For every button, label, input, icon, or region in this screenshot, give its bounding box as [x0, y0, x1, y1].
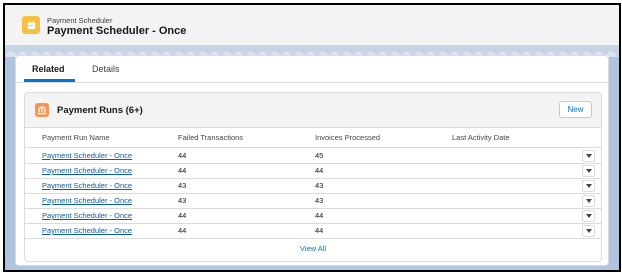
related-list-title[interactable]: Payment Runs (6+) — [57, 105, 143, 116]
invoices-processed-value: 44 — [315, 211, 324, 220]
payment-run-name-link[interactable]: Payment Scheduler - Once — [42, 181, 132, 190]
failed-transactions-value: 43 — [178, 181, 187, 190]
failed-transactions-value: 44 — [178, 211, 187, 220]
invoices-processed-value: 43 — [315, 196, 324, 205]
table-row: Payment Scheduler - Once 44 45 — [25, 148, 601, 164]
payment-run-name-link[interactable]: Payment Scheduler - Once — [42, 166, 132, 175]
related-list-header: Payment Runs (6+) New — [25, 93, 601, 128]
payment-run-name-link[interactable]: Payment Scheduler - Once — [42, 211, 132, 220]
table-row: Payment Scheduler - Once 44 44 — [25, 208, 601, 224]
new-button[interactable]: New — [559, 101, 592, 118]
row-actions-chevron-down-icon[interactable] — [582, 195, 595, 207]
row-actions-chevron-down-icon[interactable] — [582, 180, 595, 192]
table-row: Payment Scheduler - Once 43 43 — [25, 178, 601, 194]
column-header-failed-transactions[interactable]: Failed Transactions — [178, 133, 243, 142]
payment-run-name-link[interactable]: Payment Scheduler - Once — [42, 196, 132, 205]
bank-icon — [35, 103, 49, 117]
failed-transactions-value: 44 — [178, 151, 187, 160]
record-detail-card: Related Details Payment Runs (6+) New Pa… — [15, 55, 609, 266]
column-header-last-activity-date[interactable]: Last Activity Date — [452, 133, 510, 142]
column-header-payment-run-name[interactable]: Payment Run Name — [42, 133, 110, 142]
tab-bar: Related Details — [16, 56, 608, 83]
row-actions-chevron-down-icon[interactable] — [582, 150, 595, 162]
scheduler-icon — [22, 16, 40, 34]
active-tab-indicator — [24, 79, 75, 82]
row-actions-chevron-down-icon[interactable] — [582, 210, 595, 222]
row-actions-chevron-down-icon[interactable] — [582, 225, 595, 237]
view-all-link[interactable]: View All — [25, 244, 601, 253]
record-title: Payment Scheduler - Once — [47, 25, 187, 37]
column-header-invoices-processed[interactable]: Invoices Processed — [315, 133, 380, 142]
payment-run-name-link[interactable]: Payment Scheduler - Once — [42, 151, 132, 160]
invoices-processed-value: 44 — [315, 226, 324, 235]
row-actions-chevron-down-icon[interactable] — [582, 165, 595, 177]
invoices-processed-value: 45 — [315, 151, 324, 160]
object-type-label: Payment Scheduler — [47, 16, 113, 25]
payment-runs-related-list: Payment Runs (6+) New Payment Run Name F… — [24, 92, 602, 262]
tab-details[interactable]: Details — [92, 64, 120, 74]
app-window: Payment Scheduler Payment Scheduler - On… — [3, 3, 621, 272]
record-header: Payment Scheduler Payment Scheduler - On… — [5, 5, 619, 46]
invoices-processed-value: 44 — [315, 166, 324, 175]
payment-run-name-link[interactable]: Payment Scheduler - Once — [42, 226, 132, 235]
failed-transactions-value: 44 — [178, 166, 187, 175]
table-row: Payment Scheduler - Once 44 44 — [25, 223, 601, 239]
failed-transactions-value: 44 — [178, 226, 187, 235]
tab-related[interactable]: Related — [32, 64, 65, 74]
table-row: Payment Scheduler - Once 44 44 — [25, 163, 601, 179]
invoices-processed-value: 43 — [315, 181, 324, 190]
failed-transactions-value: 43 — [178, 196, 187, 205]
table-row: Payment Scheduler - Once 43 43 — [25, 193, 601, 209]
